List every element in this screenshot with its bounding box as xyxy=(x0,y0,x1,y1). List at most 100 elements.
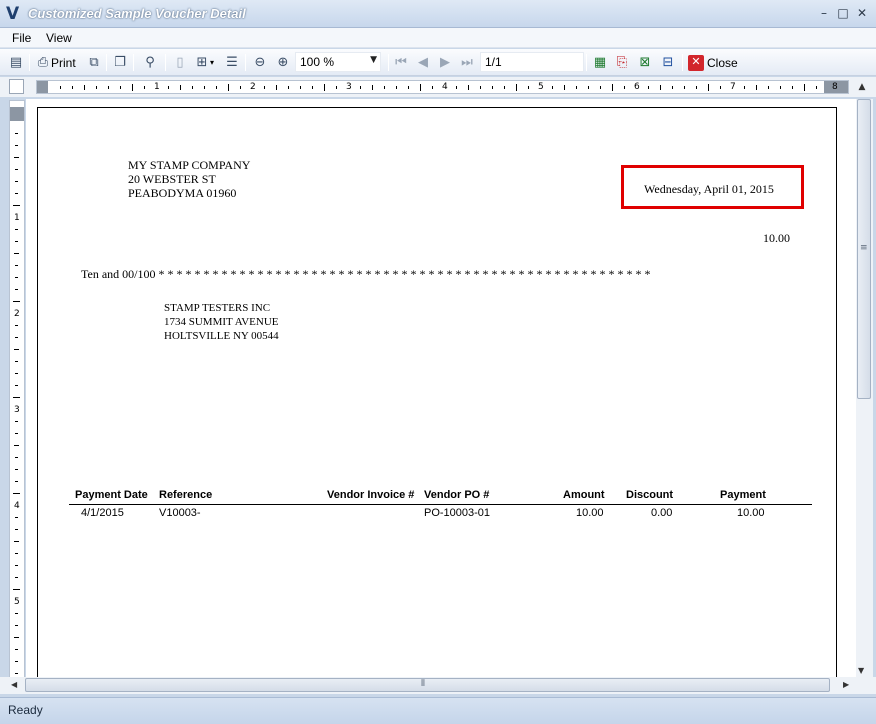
cell-reference: V10003- xyxy=(159,507,201,519)
amount-in-words: Ten and 00/100 * * * * * * * * * * * * *… xyxy=(81,267,651,281)
document-map-icon: ▤ xyxy=(9,54,23,70)
single-page-button[interactable]: ▯ xyxy=(172,53,188,72)
horizontal-scrollbar[interactable]: ◀ ⦀ ▶ xyxy=(0,677,876,694)
zoom-out-button[interactable]: ⊖ xyxy=(252,53,268,72)
multiple-pages-button[interactable]: ⊞ ▾ xyxy=(194,53,214,72)
excel-export-icon: ▦ xyxy=(593,54,607,70)
last-page-button[interactable]: ⏭ xyxy=(459,53,475,72)
title-bar: V Customized Sample Voucher Detail – □ ✕ xyxy=(0,0,876,28)
window-title: Customized Sample Voucher Detail xyxy=(28,6,246,21)
payee-block: STAMP TESTERS INC 1734 SUMMIT AVENUE HOL… xyxy=(164,301,279,343)
maximize-button[interactable]: □ xyxy=(834,4,852,22)
app-logo-icon: V xyxy=(6,4,20,24)
xls-export-icon: ⊠ xyxy=(639,54,651,70)
table-divider xyxy=(69,504,812,505)
header-payment: Payment xyxy=(720,489,766,501)
copy-button[interactable]: ❐ xyxy=(112,53,128,72)
menu-view[interactable]: View xyxy=(46,31,72,45)
page-value: 1/1 xyxy=(485,55,502,69)
header-vendor-po: Vendor PO # xyxy=(424,489,490,501)
copy-icon: ❐ xyxy=(114,54,126,70)
zoom-value: 100 % xyxy=(300,55,335,69)
find-button[interactable]: ⚲ xyxy=(142,53,158,72)
cell-amount: 10.00 xyxy=(576,507,604,519)
next-page-button[interactable]: ▶ xyxy=(437,53,453,72)
previous-page-icon: ◀ xyxy=(418,54,428,70)
ruler-label: 2 xyxy=(250,82,256,92)
horizontal-ruler: 1 2 3 4 5 6 7 8 xyxy=(36,80,849,94)
horizontal-scroll-thumb[interactable]: ⦀ xyxy=(25,678,830,692)
vertical-scrollbar[interactable]: ≡ ▼ xyxy=(856,99,873,677)
menu-file[interactable]: File xyxy=(12,31,31,45)
grip-icon: ≡ xyxy=(860,243,868,253)
ruler-label: 1 xyxy=(154,82,160,92)
minimize-button[interactable]: – xyxy=(815,4,833,22)
company-address-line2: PEABODYMA 01960 xyxy=(128,186,237,200)
first-page-icon: ⏮ xyxy=(395,54,407,70)
document-map-button[interactable]: ▤ xyxy=(8,53,24,72)
binoculars-icon: ⚲ xyxy=(145,54,155,70)
scroll-down-button[interactable]: ▼ xyxy=(858,666,864,675)
header-amount: Amount xyxy=(563,489,605,501)
payee-address-line2: HOLTSVILLE NY 00544 xyxy=(164,330,279,342)
close-label: Close xyxy=(707,55,738,70)
next-page-icon: ▶ xyxy=(440,54,450,70)
previous-page-button[interactable]: ◀ xyxy=(415,53,431,72)
multi-page-icon: ⊞ xyxy=(196,54,208,70)
payee-address-line1: 1734 SUMMIT AVENUE xyxy=(164,316,279,328)
printer-icon: ⎙ xyxy=(37,54,49,70)
zoom-out-icon: ⊖ xyxy=(254,54,266,70)
header-reference: Reference xyxy=(159,489,213,501)
check-date: Wednesday, April 01, 2015 xyxy=(644,182,774,196)
scroll-up-button[interactable]: ▲ xyxy=(855,80,869,94)
single-page-icon: ▯ xyxy=(176,54,184,70)
company-block: MY STAMP COMPANY 20 WEBSTER ST PEABODYMA… xyxy=(128,158,250,200)
continuous-scroll-button[interactable]: ☰ xyxy=(224,53,240,72)
vertical-ruler: 1 2 3 4 5 xyxy=(9,100,25,678)
ruler-label: 5 xyxy=(538,82,544,92)
cell-vendor-po: PO-10003-01 xyxy=(424,507,491,519)
vertical-ruler-label: 4 xyxy=(14,501,20,511)
ruler-label: 7 xyxy=(730,82,736,92)
toolbar: ▤ ⎙ Print ⧉ ❐ ⚲ ▯ ⊞ ▾ ☰ ⊖ ⊕ ⏮ ◀ ▶ ⏭ ▦ ⎘ ⊠… xyxy=(0,49,876,76)
header-payment-date: Payment Date xyxy=(75,489,148,501)
check-amount: 10.00 xyxy=(763,231,790,245)
export-word-button[interactable]: ⊟ xyxy=(660,53,676,72)
chevron-down-icon: ▼ xyxy=(370,55,377,65)
header-vendor-invoice: Vendor Invoice # xyxy=(327,489,415,501)
close-window-button[interactable]: ✕ xyxy=(853,4,871,22)
zoom-in-button[interactable]: ⊕ xyxy=(275,53,291,72)
company-name: MY STAMP COMPANY xyxy=(128,158,251,172)
status-text: Ready xyxy=(8,703,43,717)
first-page-button[interactable]: ⏮ xyxy=(393,53,409,72)
header-discount: Discount xyxy=(626,489,674,501)
export-pdf-button[interactable]: ⎘ xyxy=(614,53,630,72)
payee-name: STAMP TESTERS INC xyxy=(164,302,271,314)
page-setup-button[interactable]: ⧉ xyxy=(86,53,102,72)
word-export-icon: ⊟ xyxy=(662,54,674,70)
cell-payment-date: 4/1/2015 xyxy=(81,507,124,519)
pdf-export-icon: ⎘ xyxy=(616,54,628,70)
vertical-ruler-ticks xyxy=(13,133,20,674)
print-button[interactable]: ⎙ Print xyxy=(35,53,76,72)
page-setup-icon: ⧉ xyxy=(89,54,99,70)
ruler-corner xyxy=(9,79,24,94)
ruler-bar: 1 2 3 4 5 6 7 8 ▲ xyxy=(0,77,876,97)
close-preview-button[interactable]: ✕ Close xyxy=(688,53,738,72)
cell-discount: 0.00 xyxy=(651,507,673,519)
export-xls-button[interactable]: ⊠ xyxy=(637,53,653,72)
ruler-label: 8 xyxy=(832,82,838,92)
page-number-input[interactable]: 1/1 xyxy=(480,52,584,72)
vertical-ruler-label: 3 xyxy=(14,405,20,415)
zoom-select[interactable]: 100 % ▼ xyxy=(295,52,381,72)
vertical-ruler-label: 2 xyxy=(14,309,20,319)
scroll-left-button[interactable]: ◀ xyxy=(11,680,17,689)
ruler-label: 3 xyxy=(346,82,352,92)
scroll-right-button[interactable]: ▶ xyxy=(843,680,849,689)
company-address-line1: 20 WEBSTER ST xyxy=(128,172,216,186)
ruler-label: 4 xyxy=(442,82,448,92)
continuous-icon: ☰ xyxy=(226,54,238,70)
export-excel-button[interactable]: ▦ xyxy=(592,53,608,72)
status-bar: Ready xyxy=(0,697,876,724)
report-preview[interactable]: MY STAMP COMPANY 20 WEBSTER ST PEABODYMA… xyxy=(26,99,856,677)
